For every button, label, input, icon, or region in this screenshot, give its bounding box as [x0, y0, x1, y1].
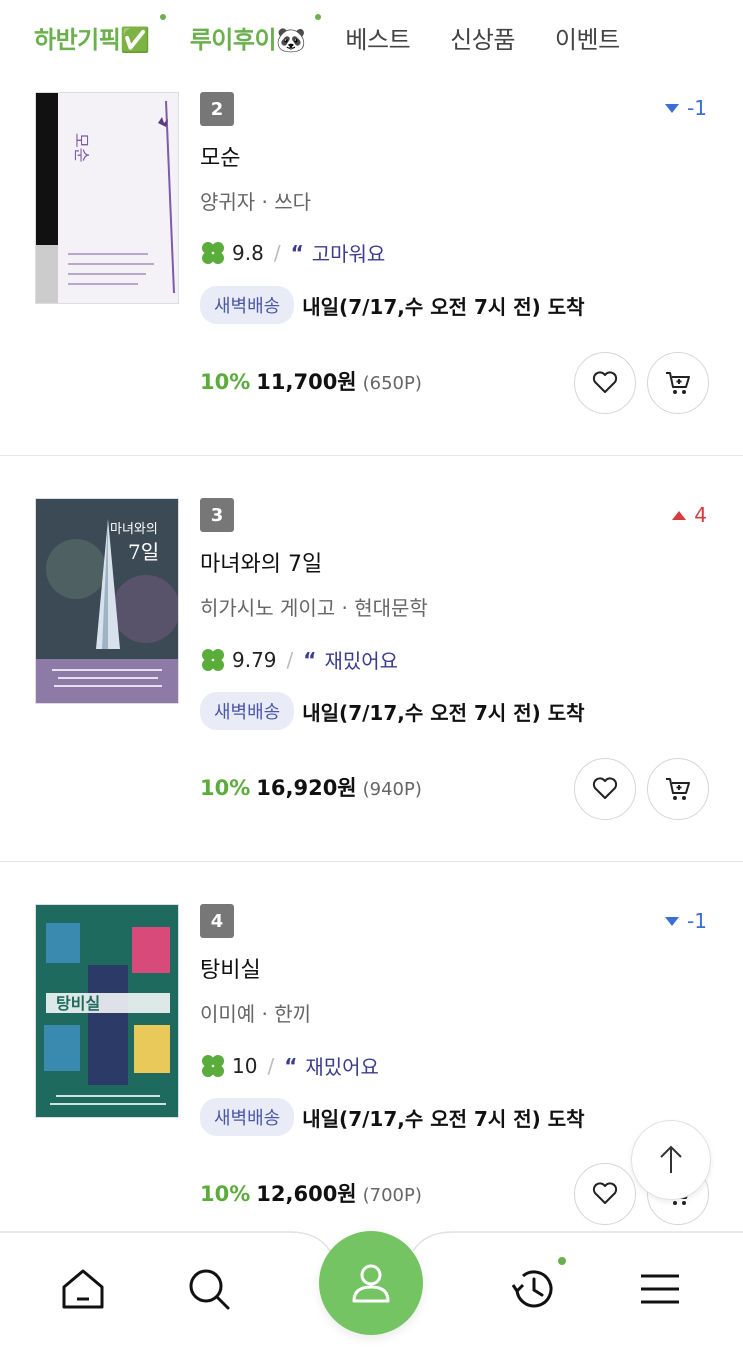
price-row: 10% 16,920원 (940P)	[200, 776, 422, 800]
cover-art: 탕비실	[36, 905, 178, 1117]
book-cover[interactable]: 모순	[35, 92, 179, 304]
rating-row: 9.8 / “ 고마워요	[200, 238, 385, 267]
nav-menu[interactable]	[630, 1259, 690, 1319]
search-icon	[189, 1269, 230, 1310]
delivery-text: 내일(7/17,수 오전 7시 전) 도착	[302, 294, 585, 319]
separator: /	[267, 1053, 275, 1078]
cover-art: 마녀와의 7일	[36, 499, 178, 703]
wishlist-button[interactable]	[574, 352, 636, 414]
profile-icon	[352, 1264, 390, 1303]
book-author[interactable]: 히가시노 게이고 · 현대문학	[200, 592, 428, 621]
cart-icon	[666, 372, 690, 394]
home-icon	[62, 1269, 104, 1309]
clover-icon	[202, 1054, 224, 1077]
clover-icon	[202, 648, 224, 671]
quote-icon: “	[290, 240, 304, 265]
rating-row: 9.79 / “ 재밌어요	[200, 645, 398, 674]
quote-icon: “	[284, 1053, 298, 1078]
heart-icon	[592, 1182, 618, 1204]
dawn-delivery-badge: 새벽배송	[200, 692, 295, 730]
category-tabs: 하반기픽✅ 루이후이🐼 베스트 신상품 이벤트	[0, 0, 743, 74]
rank-badge: 2	[200, 92, 234, 126]
cart-button[interactable]	[647, 352, 709, 414]
price-row: 10% 11,700원 (650P)	[200, 370, 422, 394]
rank-badge: 4	[200, 904, 234, 938]
delivery-row: 새벽배송 내일(7/17,수 오전 7시 전) 도착	[200, 1098, 585, 1136]
scroll-to-top-button[interactable]	[631, 1120, 711, 1200]
bottom-nav	[0, 1231, 743, 1351]
book-cover[interactable]: 탕비실	[35, 904, 179, 1118]
separator: /	[286, 647, 294, 672]
book-title[interactable]: 탕비실	[200, 952, 261, 984]
dawn-delivery-badge: 새벽배송	[200, 1098, 295, 1136]
wishlist-button[interactable]	[574, 1163, 636, 1225]
delivery-text: 내일(7/17,수 오전 7시 전) 도착	[302, 1106, 585, 1131]
new-dot	[159, 13, 166, 20]
cover-art: 모순	[36, 93, 178, 303]
cart-icon	[666, 778, 690, 800]
book-author[interactable]: 이미예 · 한끼	[200, 998, 311, 1027]
cart-button[interactable]	[647, 758, 709, 820]
down-arrow-icon	[665, 916, 680, 926]
tab-event[interactable]: 이벤트	[555, 20, 620, 55]
nav-search[interactable]	[179, 1259, 239, 1319]
rank-badge: 3	[200, 498, 234, 532]
up-arrow-icon	[672, 510, 687, 520]
rank-change: -1	[665, 909, 707, 933]
arrow-up-icon	[660, 1145, 682, 1173]
rank-change: 4	[672, 503, 707, 527]
svg-text:마녀와의: 마녀와의	[110, 522, 158, 537]
history-icon	[511, 1270, 553, 1308]
down-arrow-icon	[665, 103, 680, 113]
tab-best[interactable]: 베스트	[345, 20, 410, 55]
tab-ruihui[interactable]: 루이후이🐼	[190, 13, 322, 55]
menu-icon	[641, 1274, 679, 1304]
tab-h2-pick[interactable]: 하반기픽✅	[34, 13, 166, 55]
svg-text:모순: 모순	[72, 133, 91, 162]
nav-profile[interactable]	[319, 1231, 423, 1335]
rating-row: 10 / “ 재밌어요	[200, 1051, 379, 1080]
book-title[interactable]: 마녀와의 7일	[200, 546, 322, 578]
separator: /	[273, 240, 281, 265]
delivery-row: 새벽배송 내일(7/17,수 오전 7시 전) 도착	[200, 692, 585, 730]
price-row: 10% 12,600원 (700P)	[200, 1182, 422, 1206]
heart-icon	[592, 777, 618, 799]
book-cover[interactable]: 마녀와의 7일	[35, 498, 179, 704]
dawn-delivery-badge: 새벽배송	[200, 286, 295, 324]
clover-icon	[202, 241, 224, 264]
wishlist-button[interactable]	[574, 758, 636, 820]
book-author[interactable]: 양귀자 · 쓰다	[200, 186, 311, 215]
quote-icon: “	[303, 647, 317, 672]
notification-dot	[558, 1257, 566, 1265]
nav-history[interactable]	[504, 1257, 566, 1319]
delivery-row: 새벽배송 내일(7/17,수 오전 7시 전) 도착	[200, 286, 585, 324]
nav-home[interactable]	[53, 1259, 113, 1319]
svg-text:7일: 7일	[128, 540, 159, 564]
new-dot	[315, 13, 322, 20]
divider	[0, 861, 743, 862]
rank-change: -1	[665, 96, 707, 120]
svg-text:탕비실: 탕비실	[56, 994, 100, 1013]
heart-icon	[592, 371, 618, 393]
delivery-text: 내일(7/17,수 오전 7시 전) 도착	[302, 700, 585, 725]
book-title[interactable]: 모순	[200, 140, 240, 172]
tab-new[interactable]: 신상품	[450, 20, 515, 55]
divider	[0, 455, 743, 456]
